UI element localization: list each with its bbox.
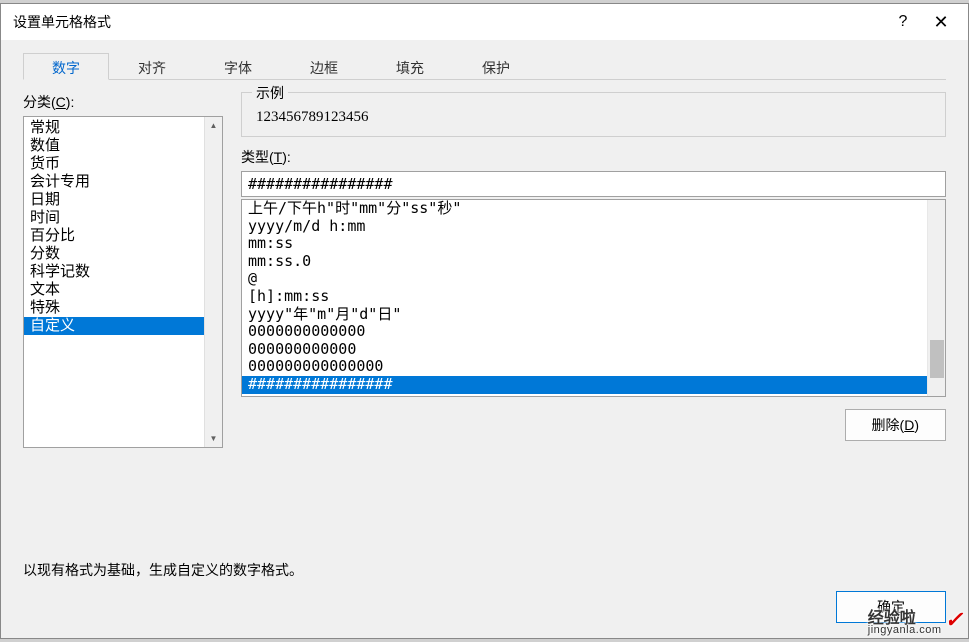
titlebar: 设置单元格格式 ? ✕ <box>1 4 968 40</box>
category-item-percentage[interactable]: 百分比 <box>24 227 204 245</box>
tab-border[interactable]: 边框 <box>281 53 367 80</box>
scroll-down-icon[interactable]: ▼ <box>210 434 218 443</box>
category-item-number[interactable]: 数值 <box>24 137 204 155</box>
type-item[interactable]: [h]:mm:ss <box>242 288 927 306</box>
type-item[interactable]: 000000000000 <box>242 341 927 359</box>
category-scrollbar[interactable]: ▲ ▼ <box>204 117 222 447</box>
tab-font[interactable]: 字体 <box>195 53 281 80</box>
type-item[interactable]: mm:ss <box>242 235 927 253</box>
watermark-sub: jingyanla.com <box>868 624 942 636</box>
category-listbox[interactable]: 常规 数值 货币 会计专用 日期 时间 百分比 分数 科学记数 文本 特殊 自定… <box>23 116 223 448</box>
category-label-suffix: ): <box>66 94 75 110</box>
type-item[interactable]: mm:ss.0 <box>242 253 927 271</box>
detail-column: 示例 123456789123456 类型(T): 上午/下午h"时"mm"分"… <box>241 92 946 542</box>
type-label-suffix: ): <box>282 149 291 165</box>
hint-text: 以现有格式为基础，生成自定义的数字格式。 <box>23 560 946 580</box>
dialog-content: 数字 对齐 字体 边框 填充 保护 分类(C): 常规 数值 货币 会计专用 日… <box>1 40 968 588</box>
tab-number[interactable]: 数字 <box>23 53 109 80</box>
category-item-date[interactable]: 日期 <box>24 191 204 209</box>
tab-body: 分类(C): 常规 数值 货币 会计专用 日期 时间 百分比 分数 科学记数 文… <box>23 80 946 542</box>
type-label-prefix: 类型( <box>241 149 274 165</box>
sample-group: 示例 123456789123456 <box>241 92 946 137</box>
category-item-special[interactable]: 特殊 <box>24 299 204 317</box>
tab-fill[interactable]: 填充 <box>367 53 453 80</box>
check-icon: ✓ <box>945 607 963 633</box>
type-label: 类型(T): <box>241 147 946 167</box>
tab-alignment[interactable]: 对齐 <box>109 53 195 80</box>
category-label-key: C <box>56 94 66 110</box>
type-scrollbar[interactable] <box>927 200 945 396</box>
format-cells-dialog: 设置单元格格式 ? ✕ 数字 对齐 字体 边框 填充 保护 分类(C): 常规 … <box>0 3 969 639</box>
category-item-time[interactable]: 时间 <box>24 209 204 227</box>
type-item[interactable]: yyyy/m/d h:mm <box>242 218 927 236</box>
tab-strip: 数字 对齐 字体 边框 填充 保护 <box>23 52 946 80</box>
type-item[interactable]: ################ <box>242 376 927 394</box>
type-item[interactable]: 0000000000000 <box>242 323 927 341</box>
category-item-general[interactable]: 常规 <box>24 119 204 137</box>
scroll-up-icon[interactable]: ▲ <box>210 121 218 130</box>
type-item[interactable]: @ <box>242 270 927 288</box>
delete-btn-suffix: ) <box>914 417 919 433</box>
scroll-thumb[interactable] <box>930 340 944 378</box>
close-button[interactable]: ✕ <box>922 7 960 37</box>
watermark-text: 经验啦 jingyanla.com <box>868 604 942 636</box>
delete-btn-key: D <box>904 417 914 433</box>
sample-label: 示例 <box>252 83 288 103</box>
category-list: 常规 数值 货币 会计专用 日期 时间 百分比 分数 科学记数 文本 特殊 自定… <box>24 117 204 447</box>
delete-btn-prefix: 删除( <box>872 417 905 433</box>
category-item-fraction[interactable]: 分数 <box>24 245 204 263</box>
dialog-title: 设置单元格格式 <box>13 12 884 32</box>
type-label-key: T <box>274 149 283 165</box>
type-listbox[interactable]: 上午/下午h"时"mm"分"ss"秒" yyyy/m/d h:mm mm:ss … <box>241 199 946 397</box>
category-item-scientific[interactable]: 科学记数 <box>24 263 204 281</box>
help-button[interactable]: ? <box>884 7 922 37</box>
type-item[interactable]: 000000000000000 <box>242 358 927 376</box>
category-column: 分类(C): 常规 数值 货币 会计专用 日期 时间 百分比 分数 科学记数 文… <box>23 92 223 542</box>
delete-button[interactable]: 删除(D) <box>845 409 946 441</box>
dialog-footer: 确定 <box>1 588 968 638</box>
type-list: 上午/下午h"时"mm"分"ss"秒" yyyy/m/d h:mm mm:ss … <box>242 200 927 396</box>
type-input[interactable] <box>241 171 946 197</box>
watermark: 经验啦 jingyanla.com ✓ <box>868 604 963 636</box>
category-item-currency[interactable]: 货币 <box>24 155 204 173</box>
type-item[interactable]: 上午/下午h"时"mm"分"ss"秒" <box>242 200 927 218</box>
category-item-text[interactable]: 文本 <box>24 281 204 299</box>
category-item-accounting[interactable]: 会计专用 <box>24 173 204 191</box>
sample-value: 123456789123456 <box>256 103 931 126</box>
delete-row: 删除(D) <box>241 409 946 441</box>
type-item[interactable]: yyyy"年"m"月"d"日" <box>242 306 927 324</box>
category-item-custom[interactable]: 自定义 <box>24 317 204 335</box>
category-label-prefix: 分类( <box>23 94 56 110</box>
category-label: 分类(C): <box>23 92 223 112</box>
tab-protection[interactable]: 保护 <box>453 53 539 80</box>
